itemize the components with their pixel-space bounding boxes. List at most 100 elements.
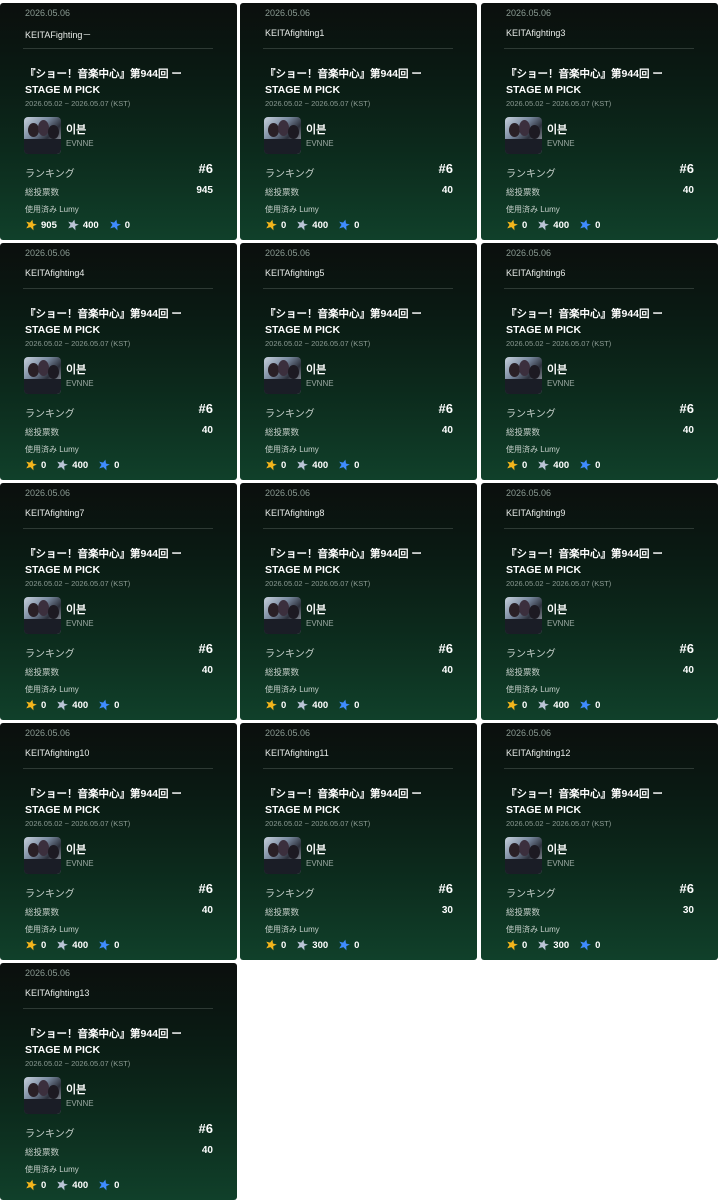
- artist-avatar: [24, 837, 61, 874]
- event-period: 2026.05.02 ~ 2026.05.07 (KST): [265, 819, 371, 828]
- divider: [504, 48, 694, 49]
- ranking-value: #6: [438, 161, 453, 176]
- group-name: EVNNE: [547, 139, 575, 148]
- silver-lumy: 400: [296, 219, 328, 231]
- silver-lumy-icon: [538, 699, 550, 711]
- lumy-breakdown: 0 400 0: [25, 458, 129, 472]
- blue-lumy-icon: [339, 459, 350, 471]
- artist-name: 이븐: [547, 124, 568, 136]
- artist-name: 이븐: [306, 364, 327, 376]
- gold-lumy-icon: [507, 219, 518, 231]
- event-title: 『ショー！音楽中心』第944回 ー STAGE M PICK: [25, 308, 182, 336]
- used-lumy-label: 使用済み Lumy: [265, 205, 319, 214]
- vote-card[interactable]: 2026.05.06 KEITAfighting10 『ショー！音楽中心』第94…: [0, 723, 237, 960]
- gold-lumy-value: 0: [281, 699, 287, 711]
- group-name: EVNNE: [547, 379, 575, 388]
- lumy-breakdown: 0 400 0: [265, 458, 369, 472]
- total-votes-label: 総投票数: [506, 187, 541, 197]
- vote-card[interactable]: 2026.05.06 KEITAfighting4 『ショー！音楽中心』第944…: [0, 243, 237, 480]
- lumy-breakdown: 0 400 0: [25, 1178, 129, 1192]
- artist-avatar: [505, 837, 542, 874]
- blue-lumy-value: 0: [595, 699, 601, 711]
- lumy-breakdown: 0 400 0: [265, 218, 369, 232]
- blue-lumy-value: 0: [595, 219, 601, 231]
- silver-lumy: 300: [296, 939, 328, 951]
- vote-card[interactable]: 2026.05.06 KEITAfighting6 『ショー！音楽中心』第944…: [481, 243, 718, 480]
- silver-lumy-icon: [68, 219, 79, 231]
- gold-lumy-value: 0: [522, 459, 528, 471]
- total-votes-label: 総投票数: [265, 667, 300, 677]
- gold-lumy-icon: [26, 219, 37, 231]
- event-period: 2026.05.02 ~ 2026.05.07 (KST): [25, 819, 131, 828]
- ranking-value: #6: [198, 1121, 213, 1136]
- ranking-label: ランキング: [506, 889, 556, 900]
- vote-card[interactable]: 2026.05.06 KEITAfighting9 『ショー！音楽中心』第944…: [481, 483, 718, 720]
- blue-lumy-icon: [339, 699, 350, 711]
- vote-card[interactable]: 2026.05.06 KEITAFighting－ 『ショー！音楽中心』第944…: [0, 3, 237, 240]
- event-period: 2026.05.02 ~ 2026.05.07 (KST): [25, 1059, 131, 1068]
- total-votes-label: 総投票数: [506, 907, 541, 917]
- total-votes-value: 40: [201, 905, 213, 916]
- silver-lumy-value: 400: [82, 219, 99, 231]
- silver-lumy-value: 400: [312, 459, 329, 471]
- artist-avatar: [264, 837, 301, 874]
- silver-lumy-icon: [538, 219, 550, 231]
- lumy-breakdown: 0 400 0: [25, 698, 129, 712]
- vote-date: 2026.05.06: [506, 728, 552, 738]
- divider: [504, 768, 694, 769]
- ranking-label: ランキング: [506, 649, 556, 660]
- total-votes-label: 総投票数: [25, 427, 60, 437]
- total-votes-value: 40: [201, 425, 213, 436]
- ranking-label: ランキング: [506, 169, 556, 180]
- divider: [23, 768, 213, 769]
- group-name: EVNNE: [547, 619, 575, 628]
- divider: [23, 48, 213, 49]
- lumy-breakdown: 905 400 0: [25, 218, 140, 232]
- blue-lumy: 0: [579, 939, 600, 951]
- vote-card[interactable]: 2026.05.06 KEITAfighting12 『ショー！音楽中心』第94…: [481, 723, 718, 960]
- blue-lumy-icon: [99, 1179, 110, 1191]
- blue-lumy-value: 0: [354, 939, 360, 951]
- vote-card[interactable]: 2026.05.06 KEITAfighting13 『ショー！音楽中心』第94…: [0, 963, 237, 1200]
- total-votes-label: 総投票数: [265, 427, 300, 437]
- vote-card[interactable]: 2026.05.06 KEITAfighting1 『ショー！音楽中心』第944…: [240, 3, 477, 240]
- event-period: 2026.05.02 ~ 2026.05.07 (KST): [25, 339, 131, 348]
- vote-card[interactable]: 2026.05.06 KEITAfighting8 『ショー！音楽中心』第944…: [240, 483, 477, 720]
- used-lumy-label: 使用済み Lumy: [25, 205, 79, 214]
- total-votes-value: 40: [682, 665, 694, 676]
- used-lumy-label: 使用済み Lumy: [265, 925, 319, 934]
- vote-card[interactable]: 2026.05.06 KEITAfighting11 『ショー！音楽中心』第94…: [240, 723, 477, 960]
- silver-lumy-icon: [297, 219, 309, 231]
- vote-date: 2026.05.06: [25, 248, 71, 258]
- silver-lumy-value: 400: [553, 219, 570, 231]
- vote-date: 2026.05.06: [506, 488, 552, 498]
- blue-lumy: 0: [98, 459, 119, 471]
- silver-lumy: 400: [296, 459, 328, 471]
- ranking-value: #6: [679, 641, 694, 656]
- event-title: 『ショー！音楽中心』第944回 ー STAGE M PICK: [265, 308, 422, 336]
- account-name: KEITAfighting1: [265, 28, 325, 38]
- ranking-value: #6: [198, 401, 213, 416]
- total-votes-label: 総投票数: [25, 187, 60, 197]
- ranking-label: ランキング: [265, 409, 315, 420]
- ranking-value: #6: [438, 641, 453, 656]
- gold-lumy-value: 0: [522, 699, 528, 711]
- divider: [263, 288, 453, 289]
- event-title: 『ショー！音楽中心』第944回 ー STAGE M PICK: [25, 1028, 182, 1056]
- vote-history-grid: 2026.05.06 KEITAFighting－ 『ショー！音楽中心』第944…: [0, 0, 718, 1200]
- silver-lumy: 400: [537, 219, 569, 231]
- total-votes-value: 945: [196, 185, 213, 196]
- gold-lumy: 0: [506, 219, 527, 231]
- silver-lumy: 400: [537, 459, 569, 471]
- ranking-label: ランキング: [265, 889, 315, 900]
- used-lumy-label: 使用済み Lumy: [25, 925, 79, 934]
- vote-card[interactable]: 2026.05.06 KEITAfighting7 『ショー！音楽中心』第944…: [0, 483, 237, 720]
- silver-lumy-icon: [57, 459, 69, 471]
- silver-lumy-value: 300: [553, 939, 570, 951]
- vote-card[interactable]: 2026.05.06 KEITAfighting5 『ショー！音楽中心』第944…: [240, 243, 477, 480]
- artist-avatar: [505, 597, 542, 634]
- artist-avatar: [264, 597, 301, 634]
- gold-lumy: 0: [265, 459, 286, 471]
- vote-card[interactable]: 2026.05.06 KEITAfighting3 『ショー！音楽中心』第944…: [481, 3, 718, 240]
- total-votes-label: 総投票数: [25, 907, 60, 917]
